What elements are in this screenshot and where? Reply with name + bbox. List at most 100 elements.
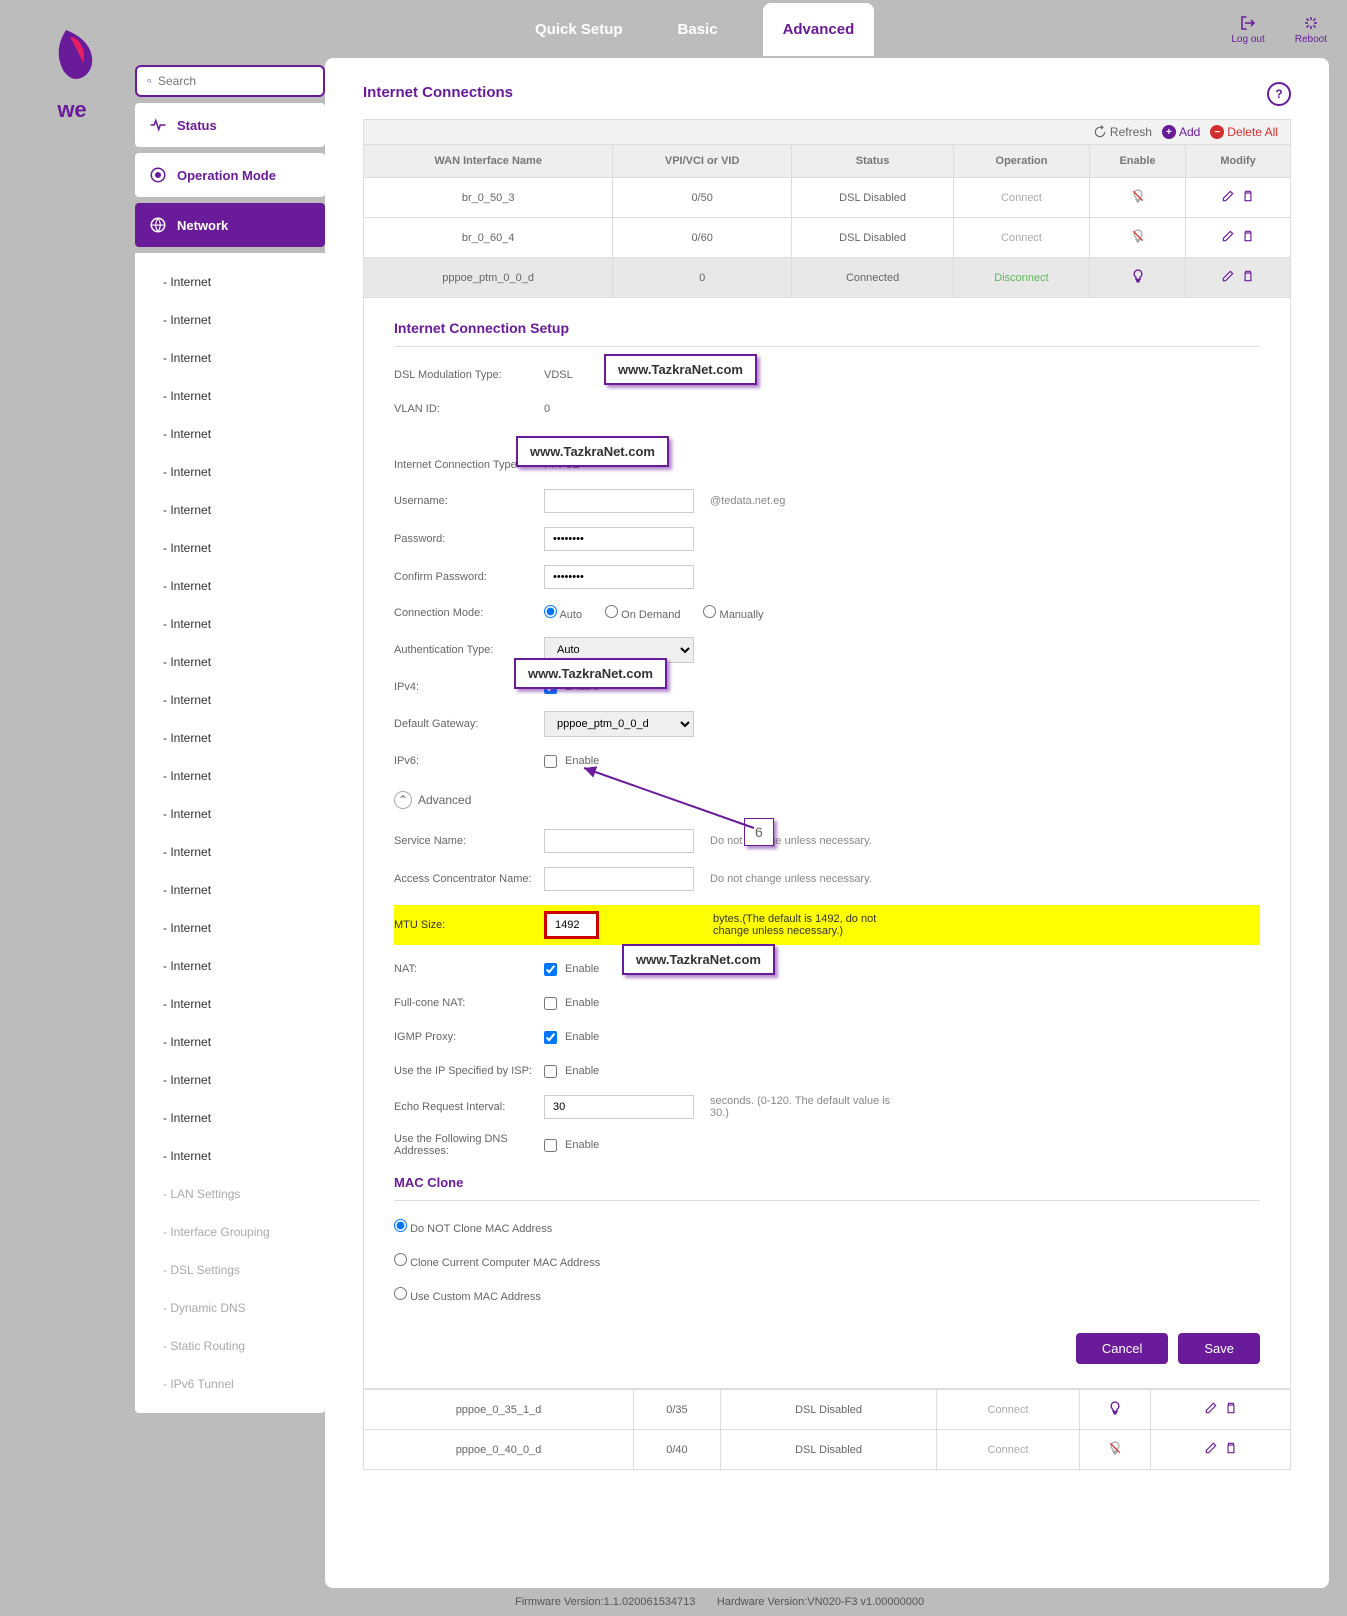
- sub-internet[interactable]: - Internet: [135, 567, 325, 605]
- th-status: Status: [792, 145, 954, 178]
- search-input[interactable]: [158, 74, 313, 88]
- igmp-checkbox[interactable]: [544, 1031, 557, 1044]
- sub-internet[interactable]: - Internet: [135, 529, 325, 567]
- table-row[interactable]: pppoe_0_35_1_d0/35DSL DisabledConnect: [364, 1390, 1291, 1430]
- isp-ip-checkbox[interactable]: [544, 1065, 557, 1078]
- service-name-label: Service Name:: [394, 835, 544, 847]
- sub-lan-settings[interactable]: - LAN Settings: [135, 1175, 325, 1213]
- mac-clone-title: MAC Clone: [394, 1175, 1260, 1201]
- sub-internet[interactable]: - Internet: [135, 1137, 325, 1175]
- watermark: www.TazkraNet.com: [516, 436, 669, 467]
- operation-link[interactable]: Connect: [954, 178, 1090, 218]
- dns-checkbox[interactable]: [544, 1139, 557, 1152]
- sub-interface-grouping[interactable]: - Interface Grouping: [135, 1213, 325, 1251]
- enable-toggle[interactable]: [1079, 1390, 1150, 1430]
- refresh-button[interactable]: Refresh: [1093, 125, 1152, 139]
- main-panel: Internet Connections ? Refresh +Add −Del…: [325, 58, 1329, 1588]
- help-icon[interactable]: ?: [1267, 82, 1291, 106]
- acn-hint: Do not change unless necessary.: [710, 873, 872, 885]
- modify-cell[interactable]: [1186, 258, 1291, 298]
- connections-table-tail: pppoe_0_35_1_d0/35DSL DisabledConnectppp…: [363, 1389, 1291, 1470]
- sub-ipv6-tunnel[interactable]: - IPv6 Tunnel: [135, 1365, 325, 1403]
- mac-opt-none[interactable]: Do NOT Clone MAC Address: [394, 1219, 552, 1235]
- brand-logo: we: [38, 25, 106, 125]
- save-button[interactable]: Save: [1178, 1333, 1260, 1364]
- sub-internet[interactable]: - Internet: [135, 871, 325, 909]
- echo-label: Echo Request Interval:: [394, 1101, 544, 1113]
- sub-internet[interactable]: - Internet: [135, 833, 325, 871]
- sub-internet[interactable]: - Internet: [135, 1099, 325, 1137]
- acn-input[interactable]: [544, 867, 694, 891]
- gateway-select[interactable]: pppoe_ptm_0_0_d: [544, 711, 694, 737]
- sub-internet[interactable]: - Internet: [135, 415, 325, 453]
- table-row[interactable]: pppoe_ptm_0_0_d0ConnectedDisconnect: [364, 258, 1291, 298]
- sub-internet[interactable]: - Internet: [135, 947, 325, 985]
- nat-checkbox[interactable]: [544, 963, 557, 976]
- sub-internet[interactable]: - Internet: [135, 795, 325, 833]
- delete-all-button[interactable]: −Delete All: [1210, 125, 1278, 139]
- tab-advanced[interactable]: Advanced: [763, 3, 875, 56]
- sidebar-item-operation-mode[interactable]: Operation Mode: [135, 153, 325, 197]
- search-box[interactable]: [135, 65, 325, 97]
- conn-mode-label: Connection Mode:: [394, 607, 544, 619]
- sub-dynamic-dns[interactable]: - Dynamic DNS: [135, 1289, 325, 1327]
- tab-quick-setup[interactable]: Quick Setup: [525, 3, 633, 56]
- table-row[interactable]: br_0_60_40/60DSL DisabledConnect: [364, 218, 1291, 258]
- sub-internet[interactable]: - Internet: [135, 605, 325, 643]
- enable-toggle[interactable]: [1079, 1430, 1150, 1470]
- mode-manually[interactable]: Manually: [703, 605, 763, 621]
- service-name-input[interactable]: [544, 829, 694, 853]
- enable-toggle[interactable]: [1089, 218, 1185, 258]
- sub-internet[interactable]: - Internet: [135, 339, 325, 377]
- sidebar-item-status[interactable]: Status: [135, 103, 325, 147]
- sub-internet[interactable]: - Internet: [135, 757, 325, 795]
- sub-internet[interactable]: - Internet: [135, 719, 325, 757]
- sub-internet[interactable]: - Internet: [135, 643, 325, 681]
- echo-input[interactable]: [544, 1095, 694, 1119]
- sub-internet[interactable]: - Internet: [135, 681, 325, 719]
- table-row[interactable]: pppoe_0_40_0_d0/40DSL DisabledConnect: [364, 1430, 1291, 1470]
- enable-toggle[interactable]: [1089, 258, 1185, 298]
- mac-opt-custom[interactable]: Use Custom MAC Address: [394, 1287, 541, 1303]
- modify-cell[interactable]: [1151, 1430, 1291, 1470]
- sub-internet[interactable]: - Internet: [135, 491, 325, 529]
- password-input[interactable]: [544, 527, 694, 551]
- sub-internet[interactable]: - Internet: [135, 909, 325, 947]
- mode-ondemand[interactable]: On Demand: [605, 605, 680, 621]
- modify-cell[interactable]: [1186, 218, 1291, 258]
- fullcone-checkbox[interactable]: [544, 997, 557, 1010]
- sub-internet[interactable]: - Internet: [135, 1023, 325, 1061]
- operation-link[interactable]: Disconnect: [954, 258, 1090, 298]
- sub-internet[interactable]: - Internet: [135, 263, 325, 301]
- sub-dsl-settings[interactable]: - DSL Settings: [135, 1251, 325, 1289]
- sidebar-item-network[interactable]: Network: [135, 203, 325, 247]
- service-hint: Do not change unless necessary.: [710, 835, 872, 847]
- sub-internet[interactable]: - Internet: [135, 453, 325, 491]
- refresh-icon: [1093, 125, 1107, 139]
- mtu-input[interactable]: [544, 911, 599, 939]
- minus-icon: −: [1210, 125, 1224, 139]
- add-button[interactable]: +Add: [1162, 125, 1200, 139]
- reboot-button[interactable]: Reboot: [1295, 14, 1327, 45]
- sub-internet[interactable]: - Internet: [135, 1061, 325, 1099]
- sub-internet[interactable]: - Internet: [135, 377, 325, 415]
- operation-link[interactable]: Connect: [937, 1390, 1080, 1430]
- operation-link[interactable]: Connect: [937, 1430, 1080, 1470]
- modify-cell[interactable]: [1151, 1390, 1291, 1430]
- cancel-button[interactable]: Cancel: [1076, 1333, 1168, 1364]
- advanced-toggle[interactable]: ⌃Advanced: [394, 791, 1260, 809]
- table-row[interactable]: br_0_50_30/50DSL DisabledConnect: [364, 178, 1291, 218]
- sub-static-routing[interactable]: - Static Routing: [135, 1327, 325, 1365]
- username-input[interactable]: [544, 489, 694, 513]
- operation-link[interactable]: Connect: [954, 218, 1090, 258]
- sub-internet[interactable]: - Internet: [135, 985, 325, 1023]
- mode-auto[interactable]: Auto: [544, 605, 582, 621]
- confirm-password-input[interactable]: [544, 565, 694, 589]
- modify-cell[interactable]: [1186, 178, 1291, 218]
- tab-basic[interactable]: Basic: [668, 3, 728, 56]
- logout-button[interactable]: Log out: [1231, 14, 1264, 45]
- enable-toggle[interactable]: [1089, 178, 1185, 218]
- mac-opt-clone[interactable]: Clone Current Computer MAC Address: [394, 1253, 600, 1269]
- ipv6-checkbox[interactable]: [544, 755, 557, 768]
- sub-internet[interactable]: - Internet: [135, 301, 325, 339]
